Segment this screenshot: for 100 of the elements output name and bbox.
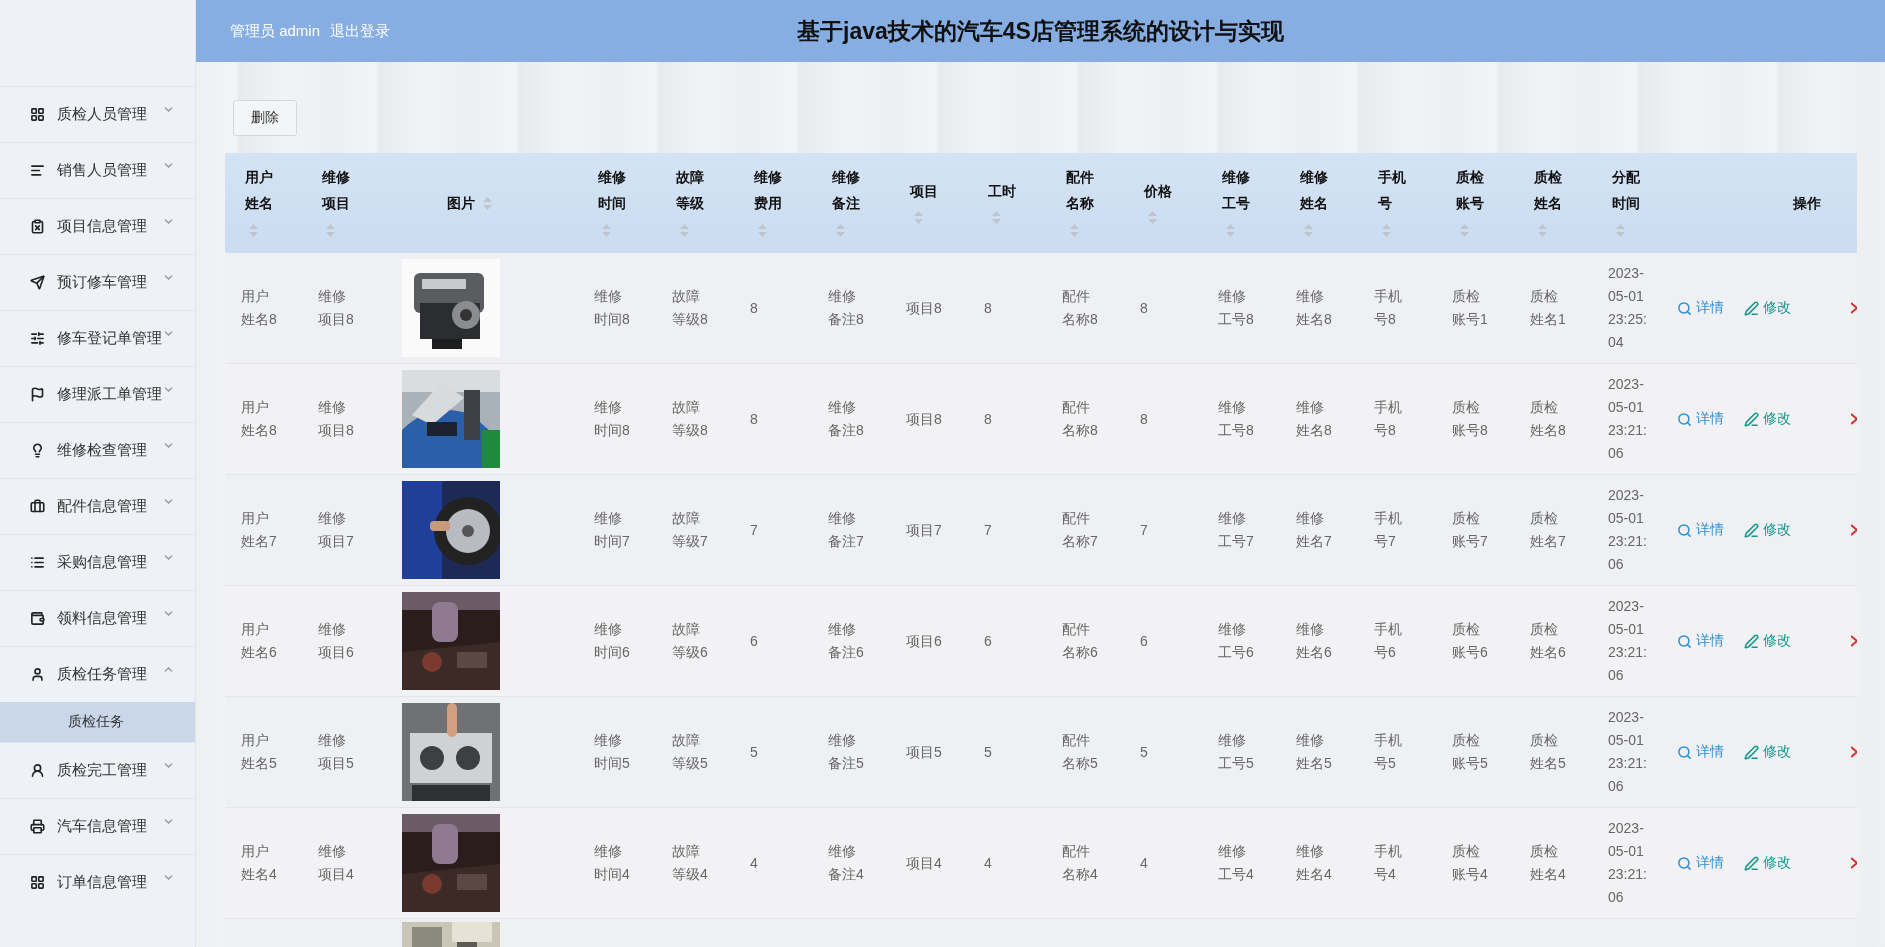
table-cell-text: 7 — [749, 520, 759, 540]
table-cell-text: 质检姓名1 — [1529, 287, 1567, 329]
table-cell-text: 2023-05-01 23:21:06 — [1607, 375, 1648, 463]
table-cell-text: 项目8 — [905, 298, 943, 318]
sidebar-item[interactable]: 修理派工单管理 — [0, 366, 195, 422]
table-cell-text: 6 — [983, 631, 993, 651]
sort-icon[interactable] — [1070, 223, 1079, 237]
table-cell-text: 维修备注8 — [827, 398, 865, 440]
table-cell-text: 5 — [983, 742, 993, 762]
sort-icon[interactable] — [1148, 211, 1157, 225]
menu-item-icon — [30, 163, 45, 178]
table-cell-text: 维修项目6 — [317, 620, 355, 662]
menu-item-icon — [30, 667, 45, 682]
table-cell-text: 配件名称8 — [1061, 287, 1099, 329]
sort-icon[interactable] — [602, 223, 611, 237]
table-cell-text: 8 — [749, 298, 759, 318]
column-header: 维修备注 — [832, 168, 860, 213]
column-header: 维修费用 — [754, 168, 782, 213]
sidebar-item[interactable]: 配件信息管理 — [0, 478, 195, 534]
sort-icon[interactable] — [1304, 223, 1313, 237]
table-cell-text: 质检账号1 — [1451, 287, 1489, 329]
table-cell-text: 用户姓名4 — [240, 842, 278, 884]
pencil-icon — [1744, 744, 1759, 760]
sidebar-item[interactable]: 项目信息管理 — [0, 198, 195, 254]
sort-icon[interactable] — [992, 211, 1001, 225]
table-cell-text: 故障等级5 — [671, 731, 709, 773]
sort-icon[interactable] — [483, 196, 492, 210]
sidebar-item[interactable]: 订单信息管理 — [0, 854, 195, 910]
table-cell-text: 维修姓名6 — [1295, 620, 1333, 662]
table-cell-text: 质检姓名8 — [1529, 398, 1567, 440]
column-header: 操作 — [1793, 195, 1821, 211]
sort-icon[interactable] — [1460, 223, 1469, 237]
table-cell-text: 用户姓名5 — [240, 731, 278, 773]
table-cell-text: 4 — [983, 853, 993, 873]
table-cell-text: 配件名称5 — [1061, 731, 1099, 773]
table-cell-text: 手机号5 — [1373, 731, 1403, 773]
menu-item-icon — [30, 331, 45, 346]
table-cell-text: 用户姓名6 — [240, 620, 278, 662]
table-cell-text: 维修时间7 — [593, 509, 631, 551]
table-cell-text: 手机号7 — [1373, 509, 1403, 551]
search-icon — [1677, 744, 1692, 760]
column-header: 维修时间 — [598, 168, 626, 213]
table-cell-text: 维修时间8 — [593, 287, 631, 329]
sidebar-item[interactable]: 领料信息管理 — [0, 590, 195, 646]
sort-icon[interactable] — [1382, 223, 1391, 237]
menu-item-icon — [30, 387, 45, 402]
sort-icon[interactable] — [758, 223, 767, 237]
table-cell-text: 质检账号5 — [1451, 731, 1489, 773]
menu-item-icon — [30, 555, 45, 570]
menu-item-icon — [30, 875, 45, 890]
table-cell-text: 维修姓名7 — [1295, 509, 1333, 551]
table-cell-text: 手机号8 — [1373, 287, 1403, 329]
table-cell-text: 故障等级6 — [671, 620, 709, 662]
menu-item-icon — [30, 611, 45, 626]
table-cell-text: 维修项目5 — [317, 731, 355, 773]
sidebar-item[interactable]: 预订修车管理 — [0, 254, 195, 310]
table-cell-text: 质检姓名6 — [1529, 620, 1567, 662]
table-cell-text: 项目6 — [905, 631, 943, 651]
column-header: 维修工号 — [1222, 168, 1250, 213]
sidebar-item[interactable]: 质检完工管理 — [0, 742, 195, 798]
table-cell-text: 维修项目8 — [317, 287, 355, 329]
sort-icon[interactable] — [836, 223, 845, 237]
sidebar-item[interactable]: 销售人员管理 — [0, 142, 195, 198]
table-cell-text: 配件名称8 — [1061, 398, 1099, 440]
column-header: 项目 — [910, 181, 938, 201]
column-header: 工时 — [988, 181, 1016, 201]
table-cell-text: 维修时间6 — [593, 620, 631, 662]
sort-icon[interactable] — [1616, 223, 1625, 237]
submenu-item[interactable]: 质检任务 — [0, 702, 195, 742]
table-cell-text: 维修备注5 — [827, 731, 865, 773]
sidebar-item[interactable]: 汽车信息管理 — [0, 798, 195, 854]
sort-icon[interactable] — [914, 211, 923, 225]
table-cell-text: 7 — [1139, 520, 1149, 540]
table-cell-text: 用户姓名8 — [240, 287, 278, 329]
sidebar-item[interactable]: 修车登记单管理 — [0, 310, 195, 366]
sort-icon[interactable] — [1226, 223, 1235, 237]
table-cell-text: 2023-05-01 23:21:06 — [1607, 597, 1648, 685]
table-cell-text: 2023-05-01 23:25:04 — [1607, 264, 1648, 352]
pencil-icon — [1744, 522, 1759, 538]
search-icon — [1677, 633, 1692, 649]
table-cell-text: 8 — [749, 409, 759, 429]
table-cell-text: 4 — [1139, 853, 1149, 873]
table-cell-text: 维修备注4 — [827, 842, 865, 884]
column-header: 配件名称 — [1066, 168, 1094, 213]
sidebar-item[interactable]: 维修检查管理 — [0, 422, 195, 478]
delete-button[interactable]: 删除 — [233, 100, 297, 136]
table-cell-text: 6 — [749, 631, 759, 651]
menu-item-icon — [30, 819, 45, 834]
table-cell-text: 质检账号7 — [1451, 509, 1489, 551]
sort-icon[interactable] — [680, 223, 689, 237]
sort-icon[interactable] — [326, 223, 335, 237]
menu-item-icon — [30, 499, 45, 514]
table-cell-text: 项目8 — [905, 409, 943, 429]
table-cell-text: 2023-05-01 23:21:06 — [1607, 708, 1648, 796]
pencil-icon — [1744, 855, 1759, 871]
sort-icon[interactable] — [1538, 223, 1547, 237]
sidebar-item[interactable]: 采购信息管理 — [0, 534, 195, 590]
sort-icon[interactable] — [249, 223, 258, 237]
sidebar-item[interactable]: 质检人员管理 — [0, 86, 195, 142]
column-header: 价格 — [1144, 181, 1172, 201]
